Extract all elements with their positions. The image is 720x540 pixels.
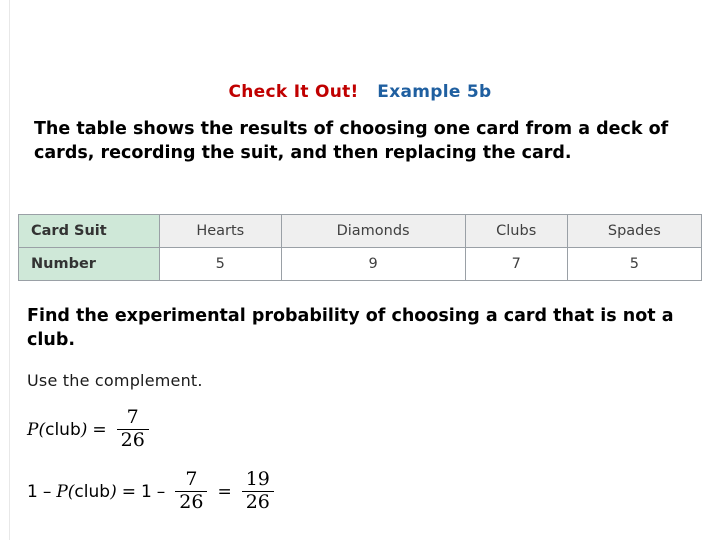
equation2-one-second: 1 — [140, 481, 152, 502]
table-row-header-card-suit: Card Suit — [18, 214, 160, 248]
equation2-fraction2-numerator: 19 — [245, 468, 270, 490]
equation1-close-paren: ) — [80, 419, 88, 440]
equation1-denominator: 26 — [120, 429, 145, 452]
hint-text: Use the complement. — [27, 371, 203, 390]
table-cell-diamonds-number: 9 — [280, 247, 466, 281]
slide-canvas: Check It Out! Example 5b The table shows… — [0, 0, 720, 540]
equation1-fraction: 7 26 — [116, 406, 149, 452]
equation2-one: 1 — [27, 481, 38, 502]
table-header-spades: Spades — [566, 214, 703, 248]
table-header-clubs: Clubs — [464, 214, 568, 248]
intro-paragraph: The table shows the results of choosing … — [34, 119, 669, 164]
equation2-argument: club — [74, 481, 111, 502]
table-header-diamonds: Diamonds — [280, 214, 466, 248]
equation1-numerator: 7 — [126, 406, 139, 428]
equation1-equals: = — [92, 419, 107, 440]
equation2-fraction1-numerator: 7 — [185, 468, 198, 490]
slide-heading: Check It Out! Example 5b — [0, 82, 720, 102]
card-suit-table: Card Suit Hearts Diamonds Clubs Spades N… — [18, 214, 703, 281]
equation2-open-paren: ( — [67, 481, 75, 502]
table-row: Card Suit Hearts Diamonds Clubs Spades — [18, 214, 703, 248]
table-cell-clubs-number: 7 — [464, 247, 568, 281]
table-header-hearts: Hearts — [159, 214, 282, 248]
equation2-equals-first: = — [121, 481, 136, 502]
equation-p-club: P ( club ) = 7 26 — [27, 406, 154, 452]
table-row-header-number: Number — [18, 247, 160, 281]
table-cell-spades-number: 5 — [566, 247, 703, 281]
question-paragraph: Find the experimental probability of cho… — [27, 306, 674, 351]
equation1-argument: club — [45, 419, 81, 440]
equation2-minus-second: – — [156, 481, 166, 502]
heading-example-label: Example 5b — [377, 82, 492, 102]
equation2-fraction-result: 19 26 — [241, 468, 274, 514]
equation1-open-paren: ( — [38, 419, 46, 440]
table-row: Number 5 9 7 5 — [18, 247, 703, 281]
equation-complement: 1 – P ( club ) = 1 – 7 26 = 19 26 — [27, 468, 279, 514]
equation1-p-symbol: P — [27, 419, 39, 440]
equation2-fraction1-denominator: 26 — [179, 491, 204, 514]
equation2-close-paren: ) — [110, 481, 117, 502]
equation2-minus: – — [42, 481, 52, 502]
slide-left-margin-bar — [0, 0, 10, 540]
equation2-fraction-first: 7 26 — [175, 468, 208, 514]
heading-check-it-out: Check It Out! — [228, 82, 359, 102]
equation2-fraction2-denominator: 26 — [245, 491, 270, 514]
equation2-equals-second: = — [217, 481, 232, 502]
table-cell-hearts-number: 5 — [159, 247, 282, 281]
equation2-p-symbol: P — [56, 481, 68, 502]
